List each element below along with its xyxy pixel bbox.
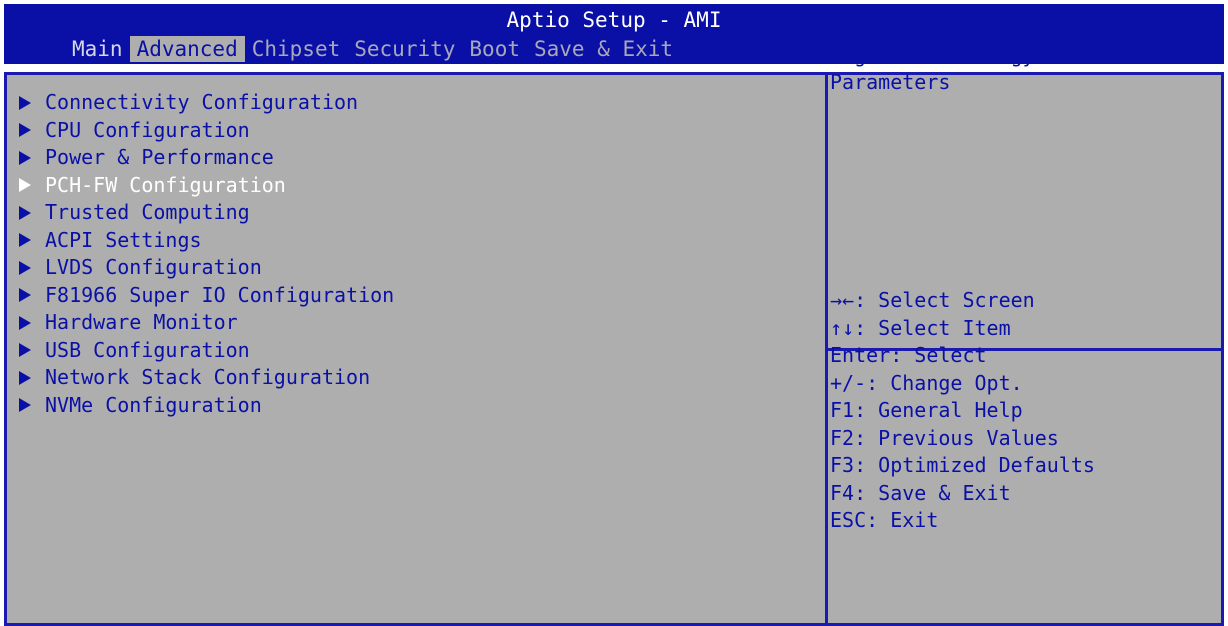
menu-item-label: Network Stack Configuration (45, 365, 371, 389)
advanced-menu: Connectivity Configuration CPU Configura… (17, 89, 394, 419)
menu-item-nvme[interactable]: NVMe Configuration (17, 392, 394, 420)
key-optimized-defaults: F3: Optimized Defaults (830, 453, 1095, 477)
menu-item-label: F81966 Super IO Configuration (45, 282, 395, 307)
menu-item-usb[interactable]: USB Configuration (17, 337, 394, 365)
key-select-screen: →←: Select Screen (830, 288, 1035, 312)
menu-item-lvds[interactable]: LVDS Configuration (17, 254, 394, 282)
key-save-exit: F4: Save & Exit (830, 480, 1011, 505)
menu-item-network-stack[interactable]: Network Stack Configuration (17, 364, 394, 392)
submenu-arrow-icon (19, 260, 31, 275)
tab-chipset[interactable]: Chipset (245, 36, 348, 62)
submenu-arrow-icon (19, 398, 31, 413)
key-legend: →←: Select Screen ↑↓: Select Item Enter:… (830, 287, 1095, 535)
submenu-arrow-icon (19, 233, 31, 248)
submenu-arrow-icon (19, 123, 31, 138)
menu-item-label: ACPI Settings (45, 227, 202, 252)
submenu-arrow-icon (19, 178, 31, 193)
menu-item-label: PCH-FW Configuration (45, 172, 286, 197)
key-general-help: F1: General Help (830, 398, 1023, 422)
menu-item-label: LVDS Configuration (45, 255, 262, 279)
tab-advanced[interactable]: Advanced (129, 36, 245, 62)
menu-item-pch-fw[interactable]: PCH-FW Configuration (17, 172, 394, 200)
menu-item-label: Hardware Monitor (45, 310, 238, 334)
tab-save-exit[interactable]: Save & Exit (527, 36, 680, 62)
key-escape: ESC: Exit (830, 508, 939, 532)
menu-item-power-performance[interactable]: Power & Performance (17, 144, 394, 172)
submenu-arrow-icon (19, 95, 31, 110)
menu-item-label: CPU Configuration (45, 117, 250, 142)
help-line: Configure Management (830, 15, 1071, 39)
submenu-arrow-icon (19, 205, 31, 220)
help-line: Parameters (830, 70, 951, 94)
menu-item-label: USB Configuration (45, 337, 250, 362)
menu-item-super-io[interactable]: F81966 Super IO Configuration (17, 282, 394, 310)
tab-security[interactable]: Security (347, 36, 462, 62)
tab-boot[interactable]: Boot (462, 36, 527, 62)
menu-item-trusted-computing[interactable]: Trusted Computing (17, 199, 394, 227)
menu-item-label: Power & Performance (45, 145, 274, 169)
menu-item-cpu[interactable]: CPU Configuration (17, 117, 394, 145)
menu-item-connectivity[interactable]: Connectivity Configuration (17, 89, 394, 117)
key-previous-values: F2: Previous Values (830, 425, 1059, 450)
submenu-arrow-icon (19, 315, 31, 330)
menu-item-label: NVMe Configuration (45, 392, 262, 417)
submenu-arrow-icon (19, 343, 31, 358)
menu-item-hardware-monitor[interactable]: Hardware Monitor (17, 309, 394, 337)
tab-bar: Main Advanced Chipset Security Boot Save… (65, 36, 680, 62)
submenu-arrow-icon (19, 370, 31, 385)
submenu-arrow-icon (19, 288, 31, 303)
key-change-opt: +/-: Change Opt. (830, 370, 1023, 395)
menu-item-label: Trusted Computing (45, 200, 250, 224)
key-enter: Enter: Select (830, 343, 987, 367)
key-select-item: ↑↓: Select Item (830, 315, 1011, 340)
help-text: Configure Management Engine Technology P… (830, 14, 1210, 97)
submenu-arrow-icon (19, 150, 31, 165)
menu-item-acpi[interactable]: ACPI Settings (17, 227, 394, 255)
help-line: Engine Technology (830, 42, 1035, 67)
tab-main[interactable]: Main (65, 36, 130, 62)
menu-item-label: Connectivity Configuration (45, 90, 359, 114)
